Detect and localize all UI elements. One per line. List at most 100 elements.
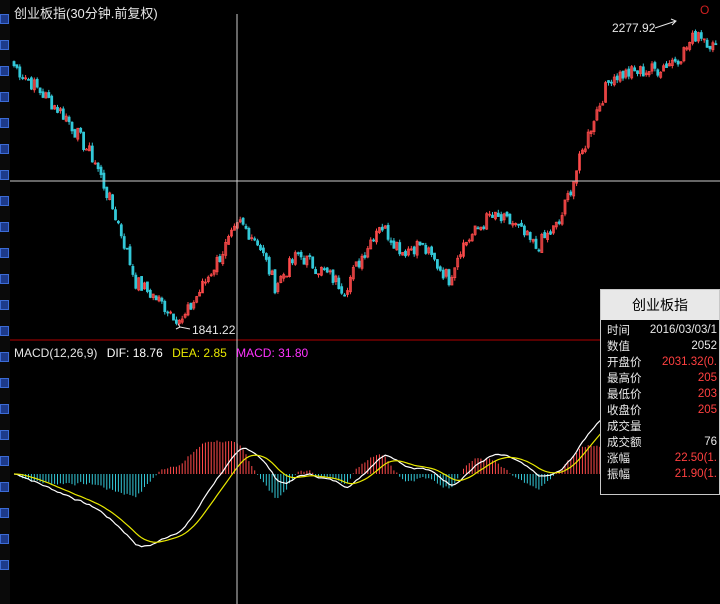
candle (392, 240, 396, 249)
info-value: 205 (697, 372, 717, 384)
candle (357, 260, 361, 268)
candle (543, 232, 547, 239)
info-key: 收盘价 (607, 405, 642, 417)
candle (569, 191, 573, 196)
candle (302, 257, 306, 265)
candle (314, 269, 318, 275)
high-price-label: 2277.92 (612, 21, 656, 35)
candle (520, 222, 523, 227)
candle (73, 129, 77, 138)
candle (386, 224, 390, 240)
info-row: 数值 2052 (607, 338, 717, 354)
candle (380, 226, 384, 231)
info-key: 时间 (607, 325, 630, 337)
info-value: 203 (697, 388, 717, 400)
info-row: 开盘价 2031.32(0. (607, 354, 717, 370)
candle (636, 70, 639, 74)
candle (264, 253, 268, 260)
candle (523, 225, 526, 236)
candle (56, 106, 59, 113)
info-value (649, 418, 717, 434)
candle (82, 131, 85, 150)
macd-name: MACD(12,26,9) (14, 346, 98, 360)
candle (641, 66, 645, 77)
candle (218, 256, 222, 263)
high-arrow (654, 18, 677, 29)
candle (476, 227, 480, 230)
candle (557, 221, 561, 224)
candle (154, 295, 158, 301)
candle (172, 313, 175, 321)
candle (482, 226, 486, 229)
candle (705, 39, 709, 48)
candle (322, 268, 326, 270)
info-key: 振幅 (607, 469, 630, 481)
candle (430, 246, 434, 255)
info-value: 2016/03/03/1 (649, 324, 717, 336)
candle (424, 244, 428, 254)
candle (627, 68, 631, 77)
candle (259, 245, 262, 251)
candle (140, 276, 144, 291)
candle (653, 62, 657, 69)
candle (491, 214, 494, 218)
candle (163, 300, 167, 312)
candle (27, 78, 30, 81)
info-value: 76 (704, 436, 717, 448)
info-row: 涨幅 22.50(1. (607, 450, 717, 466)
candle (665, 63, 668, 68)
candle (363, 255, 367, 258)
candle (441, 269, 445, 279)
info-value: 21.90(1. (674, 468, 717, 480)
candle (694, 30, 697, 42)
candle (325, 267, 329, 273)
candle (421, 242, 425, 245)
candle (404, 250, 407, 257)
low-arrow (175, 323, 191, 330)
candle (372, 239, 376, 242)
candle (505, 211, 509, 217)
candle (70, 121, 74, 132)
candle (433, 252, 436, 260)
candle (517, 223, 520, 226)
candle (343, 294, 347, 297)
info-box-title: 创业板指 (601, 290, 719, 320)
info-row: 振幅 21.90(1. (607, 466, 717, 482)
candle (99, 166, 103, 175)
candle (253, 238, 257, 241)
candle (615, 75, 619, 81)
candle (131, 266, 135, 275)
macd-legend: MACD(12,26,9) DIF: 18.76 DEA: 2.85 MACD:… (14, 346, 314, 360)
candle (435, 259, 439, 269)
info-value: 205 (697, 404, 717, 416)
info-box: 创业板指 时间 2016/03/03/1 数值 2052 开盘价 2031.32(0.… (600, 289, 720, 495)
candle (21, 77, 25, 79)
candle (125, 247, 129, 250)
info-row: 最高价 205 (607, 370, 717, 386)
candle (499, 214, 503, 222)
chart-title: 创业板指(30分钟.前复权) (14, 6, 158, 21)
candle (50, 95, 54, 110)
candle (447, 269, 451, 286)
candle (47, 92, 51, 98)
candle (79, 127, 83, 133)
corner-label: O (700, 3, 710, 17)
candle (676, 60, 680, 65)
candle (119, 224, 123, 237)
candle (166, 311, 170, 314)
candle (337, 277, 341, 290)
candle (549, 231, 552, 235)
candle (714, 43, 718, 46)
info-key: 最低价 (607, 389, 642, 401)
candle (418, 241, 422, 246)
candle (29, 77, 33, 90)
candle (41, 91, 45, 98)
candle (398, 242, 402, 255)
candle (117, 220, 120, 224)
candle (189, 302, 193, 310)
macd-value-label: MACD: 31.80 (236, 346, 309, 360)
candle (90, 145, 94, 163)
info-key: 开盘价 (607, 357, 642, 369)
candle (261, 247, 265, 254)
candle (85, 148, 88, 151)
